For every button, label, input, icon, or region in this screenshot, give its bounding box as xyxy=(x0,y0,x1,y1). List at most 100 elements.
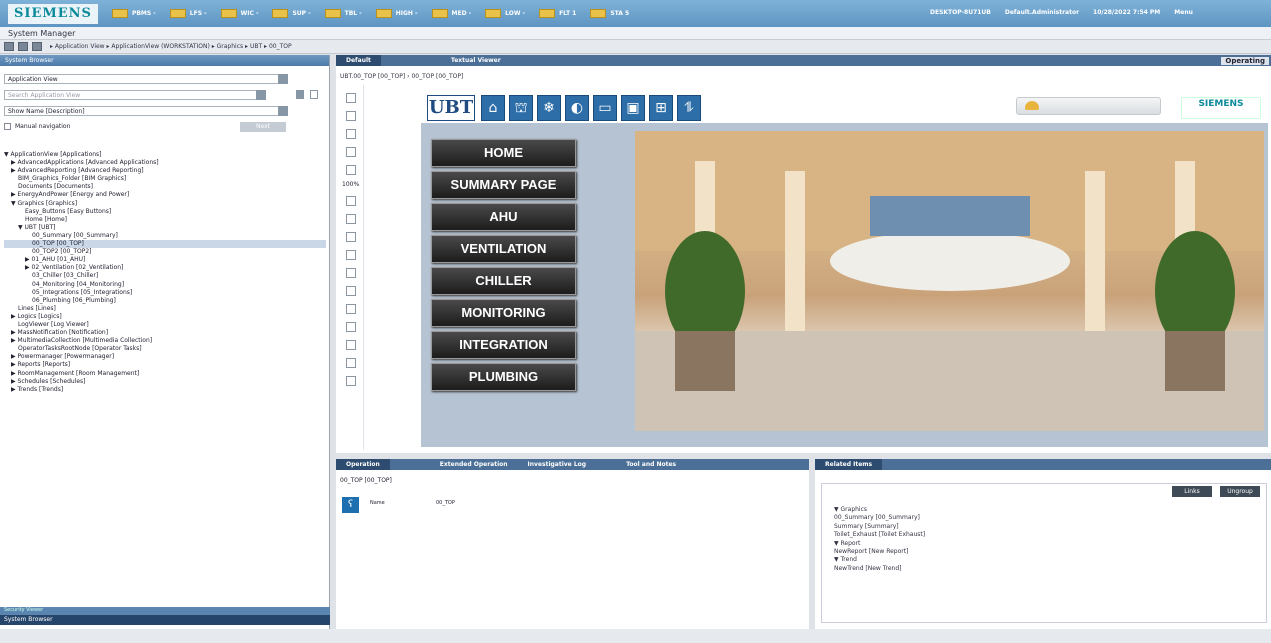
related-item[interactable]: NewReport [New Report] xyxy=(834,548,925,556)
alarm-indicator[interactable] xyxy=(1016,97,1161,115)
tree-item[interactable]: ▶ Reports [Reports] xyxy=(4,361,326,369)
nav-button[interactable]: INTEGRATION xyxy=(431,331,576,359)
name-select[interactable]: Show Name [Description] xyxy=(4,106,288,116)
fit-icon[interactable] xyxy=(346,196,356,206)
tab-tool-notes[interactable]: Tool and Notes xyxy=(616,459,686,470)
tab-extended-operation[interactable]: Extended Operation xyxy=(430,459,518,470)
summary-tab[interactable]: HIGH - xyxy=(375,9,418,18)
summary-tab[interactable]: FLT 1 xyxy=(539,9,576,18)
home-icon[interactable] xyxy=(32,42,42,51)
manual-navigation-checkbox[interactable]: Manual navigation xyxy=(4,123,70,130)
tree-item[interactable]: ▶ Trends [Trends] xyxy=(4,386,326,394)
pan-icon[interactable] xyxy=(346,250,356,260)
tab-investigative-log[interactable]: Investigative Log xyxy=(518,459,597,470)
table-icon[interactable] xyxy=(346,340,356,350)
fan-icon[interactable]: ◐ xyxy=(565,95,589,121)
filter-icon[interactable] xyxy=(296,90,304,99)
zoom-area-icon[interactable] xyxy=(346,214,356,224)
list-icon[interactable] xyxy=(346,322,356,332)
system-browser-tab[interactable]: System Browser xyxy=(0,615,330,625)
next-button[interactable]: Next xyxy=(240,122,286,132)
tab-textual-viewer[interactable]: Textual Viewer xyxy=(441,55,511,66)
chevron-down-icon[interactable] xyxy=(278,106,288,116)
breadcrumb[interactable]: ▸ Application View ▸ ApplicationView (WO… xyxy=(50,43,292,50)
tree-item[interactable]: Home [Home] xyxy=(4,216,326,224)
tree-item[interactable]: ▶ MultimediaCollection [Multimedia Colle… xyxy=(4,337,326,345)
tree-item[interactable]: 03_Chiller [03_Chiller] xyxy=(4,272,326,280)
related-item[interactable]: ▼ Graphics xyxy=(834,506,925,514)
plumbing-icon[interactable]: ⥮ xyxy=(677,95,701,121)
summary-tab[interactable]: LFS - xyxy=(169,9,207,18)
search-input[interactable]: Search Application View xyxy=(4,90,266,100)
options-icon[interactable] xyxy=(310,90,318,99)
tree-item[interactable]: ▶ Powermanager [Powermanager] xyxy=(4,353,326,361)
tree-item[interactable]: ▶ AdvancedApplications [Advanced Applica… xyxy=(4,159,326,167)
tree-item[interactable]: ▶ EnergyAndPower [Energy and Power] xyxy=(4,191,326,199)
related-item[interactable]: ▼ Trend xyxy=(834,556,925,564)
summary-tab[interactable]: LOW - xyxy=(485,9,525,18)
nav-button[interactable]: AHU xyxy=(431,203,576,231)
tree-item[interactable]: 05_Integrations [05_Integrations] xyxy=(4,289,326,297)
tree-item[interactable]: ▶ 02_Ventilation [02_Ventilation] xyxy=(4,264,326,272)
summary-tab[interactable]: WIC - xyxy=(220,9,258,18)
tree-item[interactable]: LogViewer [Log Viewer] xyxy=(4,321,326,329)
nav-button[interactable]: CHILLER xyxy=(431,267,576,295)
tab-operation[interactable]: Operation xyxy=(336,459,390,470)
line-icon[interactable] xyxy=(346,129,356,139)
account-name[interactable]: Default.Administrator xyxy=(1005,9,1079,16)
tree-item[interactable]: Documents [Documents] xyxy=(4,183,326,191)
tree-item[interactable]: ▶ AdvancedReporting [Advanced Reporting] xyxy=(4,167,326,175)
tree-item[interactable]: 00_TOP2 [00_TOP2] xyxy=(4,248,326,256)
tree-item[interactable]: ▶ 01_AHU [01_AHU] xyxy=(4,256,326,264)
summary-tab[interactable]: PBMS - xyxy=(111,9,156,18)
tree-item[interactable]: Lines [Lines] xyxy=(4,305,326,313)
select-icon[interactable] xyxy=(346,268,356,278)
zoom-in-icon[interactable] xyxy=(346,147,356,157)
pin-icon[interactable] xyxy=(18,42,28,51)
summary-tab[interactable]: MED - xyxy=(431,9,471,18)
tree-item[interactable]: ▶ Logics [Logics] xyxy=(4,313,326,321)
summary-tab[interactable]: TBL - xyxy=(324,9,362,18)
tree-item[interactable]: 00_TOP [00_TOP] xyxy=(4,240,326,249)
tree-item[interactable]: BIM_Graphics_Folder [BIM Graphics] xyxy=(4,175,326,183)
nav-button[interactable]: MONITORING xyxy=(431,299,576,327)
menu-button[interactable]: Menu xyxy=(1174,9,1193,16)
tab-related-items[interactable]: Related Items xyxy=(815,459,883,470)
page-icon[interactable] xyxy=(346,358,356,368)
zoom-out-icon[interactable] xyxy=(346,165,356,175)
tree-item[interactable]: ▼ UBT [UBT] xyxy=(4,224,326,232)
ungroup-button[interactable]: Ungroup xyxy=(1220,486,1260,497)
related-item[interactable]: Toilet_Exhaust [Toilet Exhaust] xyxy=(834,531,925,539)
tree-item[interactable]: Easy_Buttons [Easy Buttons] xyxy=(4,208,326,216)
building-icon[interactable]: ⛫ xyxy=(509,95,533,121)
network-icon[interactable]: ⊞ xyxy=(649,95,673,121)
tab-default[interactable]: Default xyxy=(336,55,381,66)
home-icon[interactable]: ⌂ xyxy=(481,95,505,121)
snowflake-icon[interactable]: ❄ xyxy=(537,95,561,121)
tree-item[interactable]: ▶ RoomManagement [Room Management] xyxy=(4,370,326,378)
tree-item[interactable]: 00_Summary [00_Summary] xyxy=(4,232,326,240)
minus-icon[interactable] xyxy=(346,111,356,121)
related-item[interactable]: 00_Summary [00_Summary] xyxy=(834,514,925,522)
nav-button[interactable]: HOME xyxy=(431,139,576,167)
security-viewer-tab[interactable]: Security Viewer xyxy=(0,607,330,615)
related-item[interactable]: Summary [Summary] xyxy=(834,523,925,531)
nav-button[interactable]: VENTILATION xyxy=(431,235,576,263)
print-icon[interactable] xyxy=(346,376,356,386)
search-icon[interactable] xyxy=(256,90,266,100)
nav-button[interactable]: PLUMBING xyxy=(431,363,576,391)
layout-icon[interactable] xyxy=(4,42,14,51)
summary-tab[interactable]: SUP - xyxy=(272,9,311,18)
chevron-down-icon[interactable] xyxy=(278,74,288,84)
nav-button[interactable]: SUMMARY PAGE xyxy=(431,171,576,199)
grid-icon[interactable] xyxy=(346,304,356,314)
related-item[interactable]: ▼ Report xyxy=(834,540,925,548)
links-button[interactable]: Links xyxy=(1172,486,1212,497)
layers-icon[interactable] xyxy=(346,286,356,296)
chiller-icon[interactable]: ▭ xyxy=(593,95,617,121)
tree-item[interactable]: 06_Plumbing [06_Plumbing] xyxy=(4,297,326,305)
frame-icon[interactable] xyxy=(346,232,356,242)
tree-item[interactable]: ▶ MassNotification [Notification] xyxy=(4,329,326,337)
monitor-icon[interactable]: ▣ xyxy=(621,95,645,121)
summary-tab[interactable]: STA 5 xyxy=(590,9,629,18)
